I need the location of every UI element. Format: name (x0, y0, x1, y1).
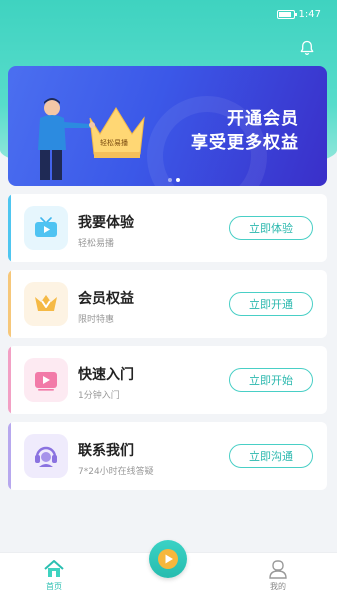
open-now-button[interactable]: 立即开通 (229, 292, 313, 316)
card-experience[interactable]: 我要体验 轻松易播 立即体验 (8, 194, 327, 262)
carousel-dot-active[interactable] (176, 178, 180, 182)
card-quick-start[interactable]: 快速入门 1分钟入门 立即开始 (8, 346, 327, 414)
status-bar: 1:47 (0, 0, 337, 28)
card-membership[interactable]: 会员权益 限时特惠 立即开通 (8, 270, 327, 338)
card-stripe (8, 270, 11, 338)
tab-mine[interactable]: 我的 (248, 559, 308, 592)
banner-title: 开通会员 (227, 109, 299, 129)
crown-label: 轻松易播 (100, 139, 128, 147)
card-title: 快速入门 (78, 367, 134, 383)
card-contact[interactable]: 联系我们 7*24小时在线答疑 立即沟通 (8, 422, 327, 490)
start-now-button[interactable]: 立即开始 (229, 368, 313, 392)
contact-now-button[interactable]: 立即沟通 (229, 444, 313, 468)
video-play-icon (24, 358, 68, 402)
promo-banner[interactable]: 轻松易播 开通会员 享受更多权益 (8, 66, 327, 186)
play-icon (158, 549, 178, 569)
card-description: 7*24小时在线答疑 (78, 467, 154, 477)
headset-icon (24, 434, 68, 478)
card-description: 轻松易播 (78, 239, 115, 249)
status-time: 1:47 (298, 8, 321, 20)
center-play-button[interactable] (149, 540, 187, 578)
home-icon (44, 560, 64, 577)
card-title: 联系我们 (78, 443, 134, 459)
carousel-dot[interactable] (168, 178, 172, 182)
card-title: 我要体验 (78, 215, 134, 231)
tab-home[interactable]: 首页 (24, 559, 84, 592)
vip-crown-icon (24, 282, 68, 326)
carousel-indicator (168, 178, 180, 182)
card-description: 限时特惠 (78, 315, 115, 325)
card-stripe (8, 422, 11, 490)
card-stripe (8, 346, 11, 414)
user-icon (269, 560, 287, 579)
try-now-button[interactable]: 立即体验 (229, 216, 313, 240)
tab-home-label: 首页 (46, 582, 62, 591)
tv-icon (24, 206, 68, 250)
banner-subtitle: 享受更多权益 (191, 133, 299, 153)
card-title: 会员权益 (78, 291, 134, 307)
tab-mine-label: 我的 (270, 582, 286, 591)
battery-icon (276, 9, 297, 19)
card-stripe (8, 194, 11, 262)
bell-icon[interactable] (299, 40, 315, 56)
card-description: 1分钟入门 (78, 391, 120, 401)
